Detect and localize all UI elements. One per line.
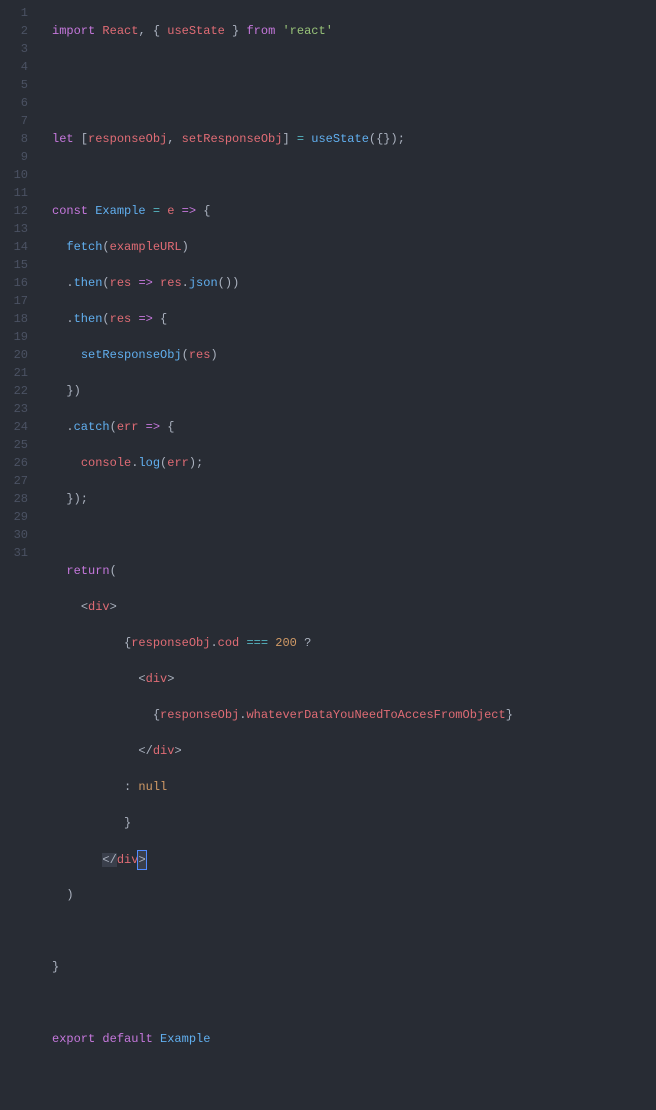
code-line: {responseObj.cod === 200 ? xyxy=(52,634,656,652)
line-number: 23 xyxy=(0,400,28,418)
line-number: 30 xyxy=(0,526,28,544)
line-number: 14 xyxy=(0,238,28,256)
line-number: 31 xyxy=(0,544,28,562)
line-number: 10 xyxy=(0,166,28,184)
line-number: 26 xyxy=(0,454,28,472)
line-number: 16 xyxy=(0,274,28,292)
code-line: {responseObj.whateverDataYouNeedToAccesF… xyxy=(52,706,656,724)
code-line xyxy=(52,1066,656,1084)
code-line xyxy=(52,58,656,76)
line-number: 8 xyxy=(0,130,28,148)
code-line: export default Example xyxy=(52,1030,656,1048)
line-number: 19 xyxy=(0,328,28,346)
code-editor-content[interactable]: import React, { useState } from 'react' … xyxy=(40,0,656,555)
line-number: 11 xyxy=(0,184,28,202)
line-number: 13 xyxy=(0,220,28,238)
code-line: <div> xyxy=(52,670,656,688)
line-number: 7 xyxy=(0,112,28,130)
code-line: console.log(err); xyxy=(52,454,656,472)
code-line xyxy=(52,994,656,1012)
code-line: } xyxy=(52,814,656,832)
line-number: 22 xyxy=(0,382,28,400)
code-line: </div> xyxy=(52,742,656,760)
code-line: : null xyxy=(52,778,656,796)
line-number: 15 xyxy=(0,256,28,274)
line-number: 2 xyxy=(0,22,28,40)
code-line: .then(res => res.json()) xyxy=(52,274,656,292)
code-line: </div> xyxy=(52,850,656,868)
code-line xyxy=(52,94,656,112)
code-line: }); xyxy=(52,490,656,508)
line-number-gutter: 1234567891011121314151617181920212223242… xyxy=(0,0,40,555)
code-line: return( xyxy=(52,562,656,580)
code-line: let [responseObj, setResponseObj] = useS… xyxy=(52,130,656,148)
code-line: setResponseObj(res) xyxy=(52,346,656,364)
code-line xyxy=(52,166,656,184)
code-line xyxy=(52,922,656,940)
code-line: ) xyxy=(52,886,656,904)
code-line: }) xyxy=(52,382,656,400)
cursor-position: > xyxy=(137,850,146,870)
line-number: 6 xyxy=(0,94,28,112)
line-number: 12 xyxy=(0,202,28,220)
line-number: 25 xyxy=(0,436,28,454)
line-number: 29 xyxy=(0,508,28,526)
line-number: 1 xyxy=(0,4,28,22)
code-line: } xyxy=(52,958,656,976)
code-line xyxy=(52,1102,656,1110)
code-line: import React, { useState } from 'react' xyxy=(52,22,656,40)
line-number: 5 xyxy=(0,76,28,94)
code-line: .catch(err => { xyxy=(52,418,656,436)
line-number: 28 xyxy=(0,490,28,508)
line-number: 17 xyxy=(0,292,28,310)
line-number: 24 xyxy=(0,418,28,436)
line-number: 21 xyxy=(0,364,28,382)
code-line xyxy=(52,526,656,544)
line-number: 9 xyxy=(0,148,28,166)
code-line: fetch(exampleURL) xyxy=(52,238,656,256)
code-line: <div> xyxy=(52,598,656,616)
code-line: const Example = e => { xyxy=(52,202,656,220)
code-line: .then(res => { xyxy=(52,310,656,328)
line-number: 20 xyxy=(0,346,28,364)
line-number: 27 xyxy=(0,472,28,490)
line-number: 18 xyxy=(0,310,28,328)
line-number: 4 xyxy=(0,58,28,76)
line-number: 3 xyxy=(0,40,28,58)
